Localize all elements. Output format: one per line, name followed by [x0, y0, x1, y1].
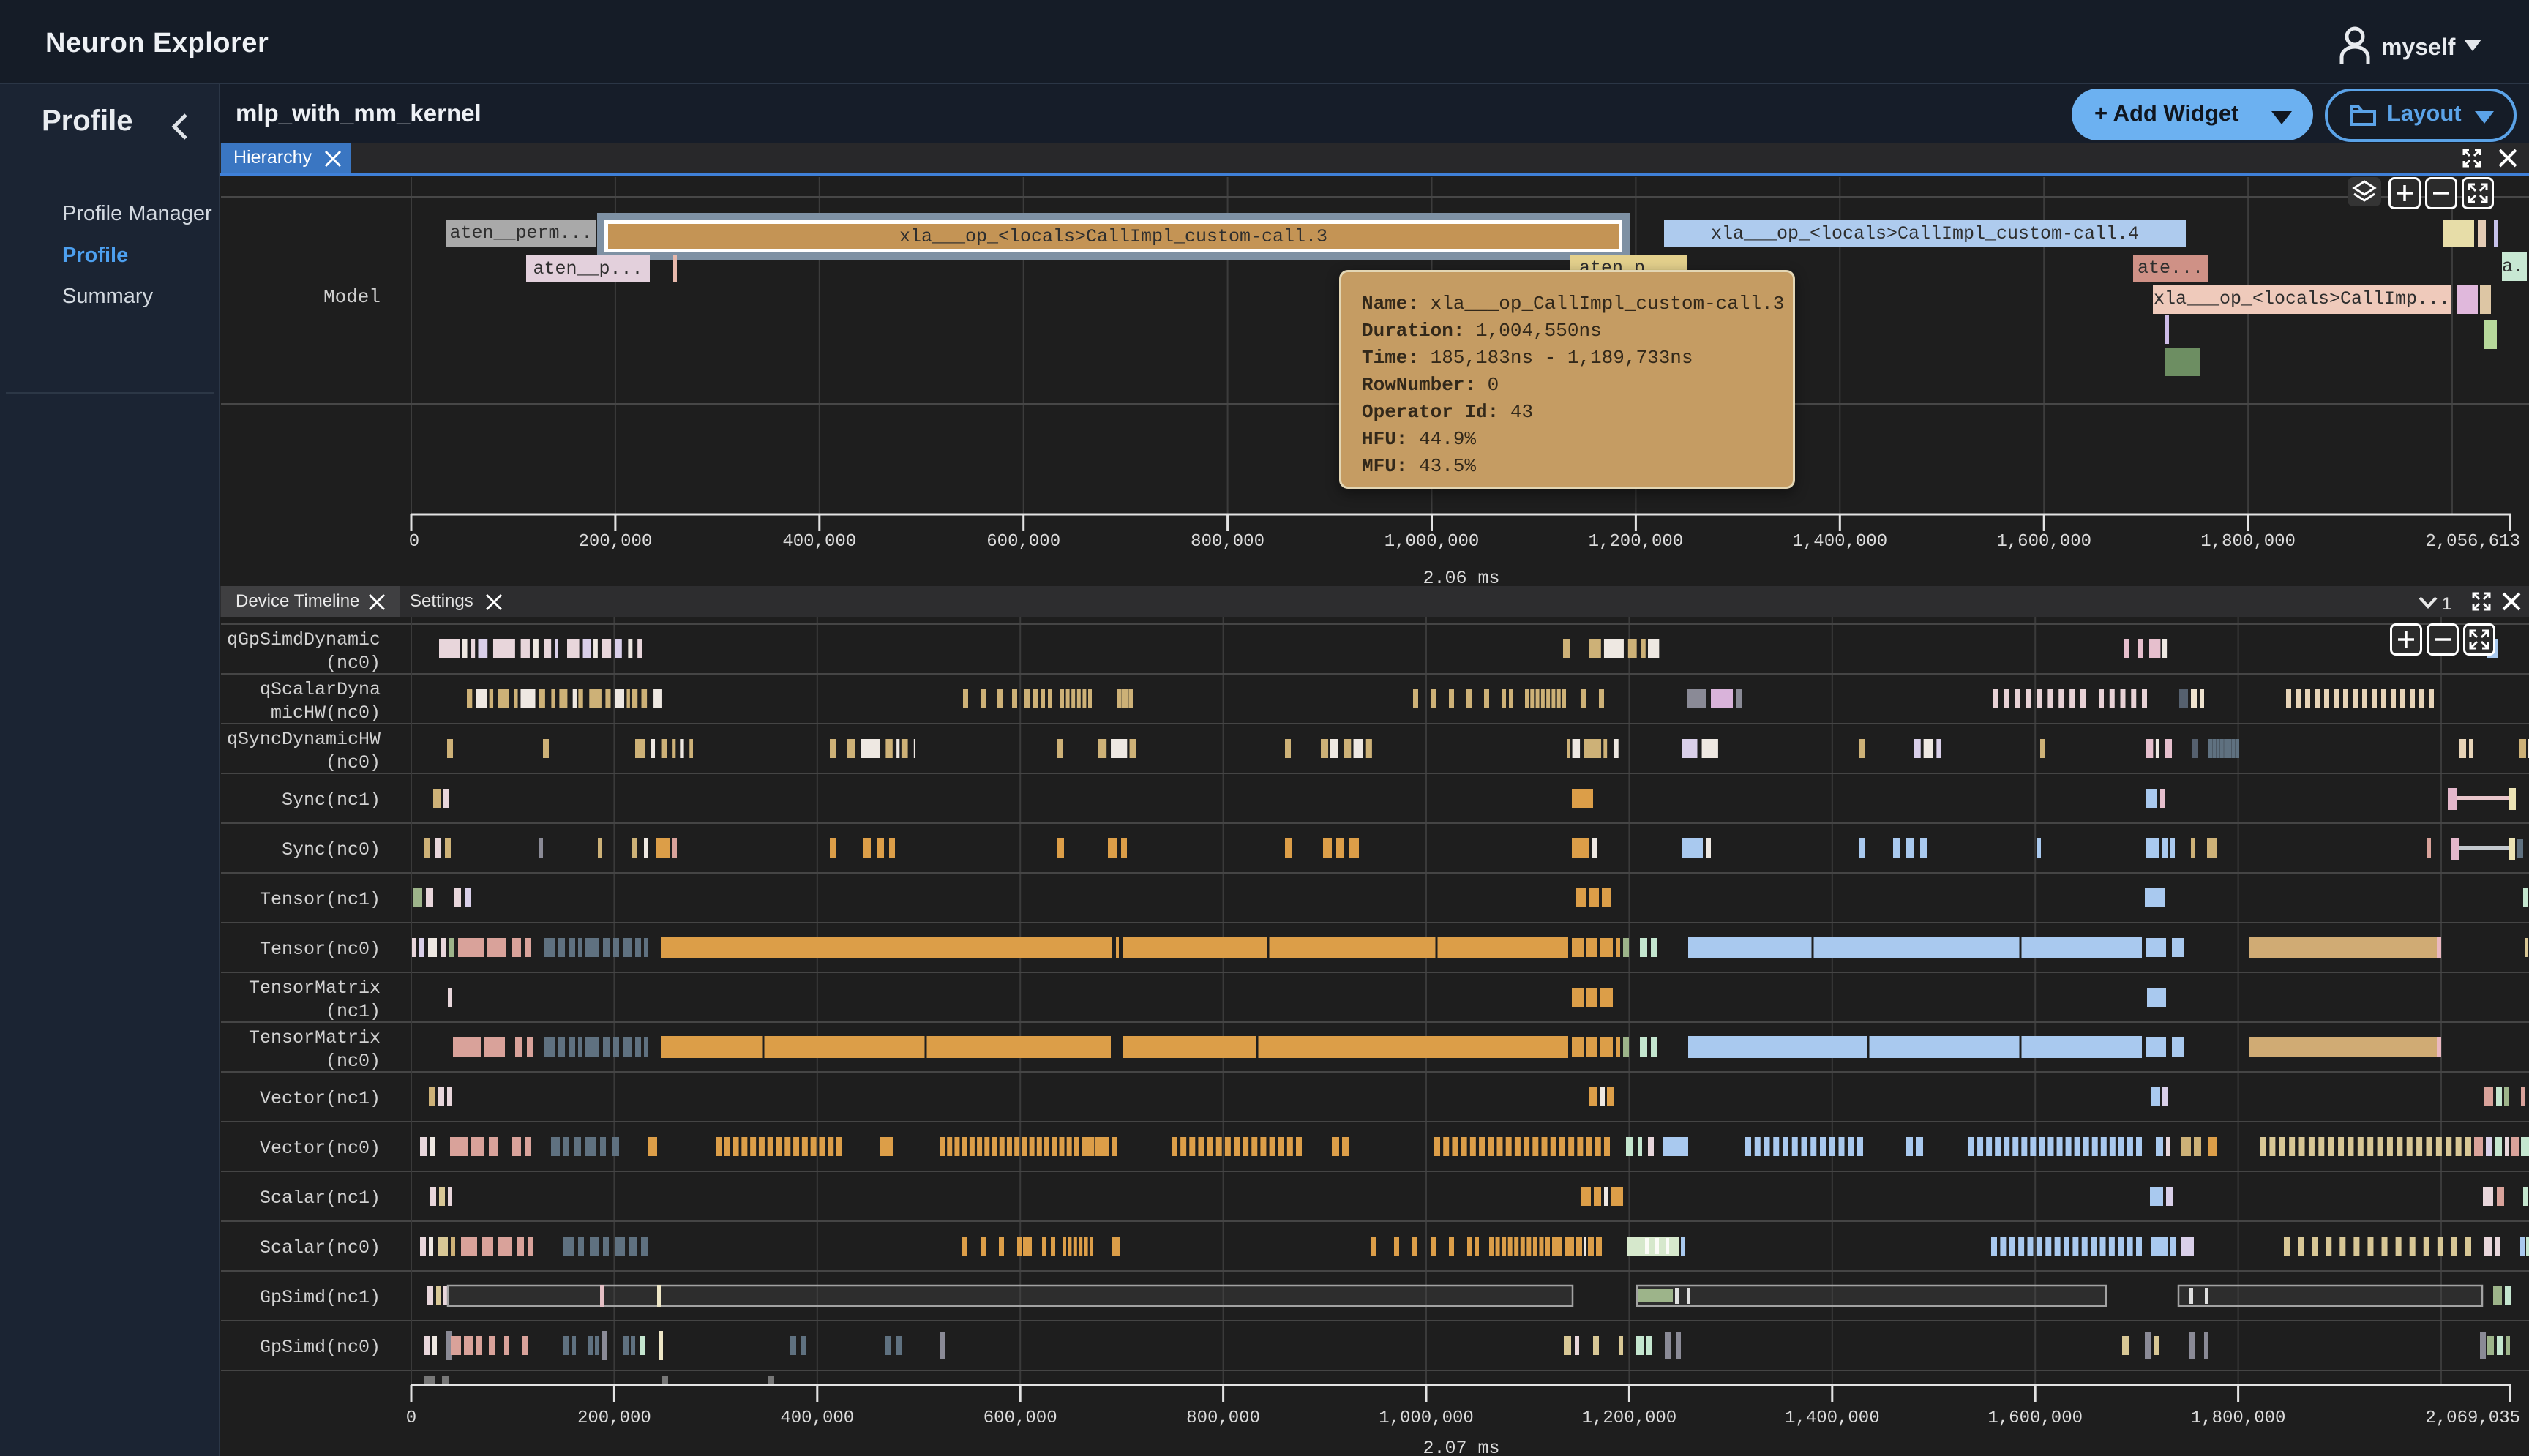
svg-text:myself: myself: [2381, 34, 2456, 60]
